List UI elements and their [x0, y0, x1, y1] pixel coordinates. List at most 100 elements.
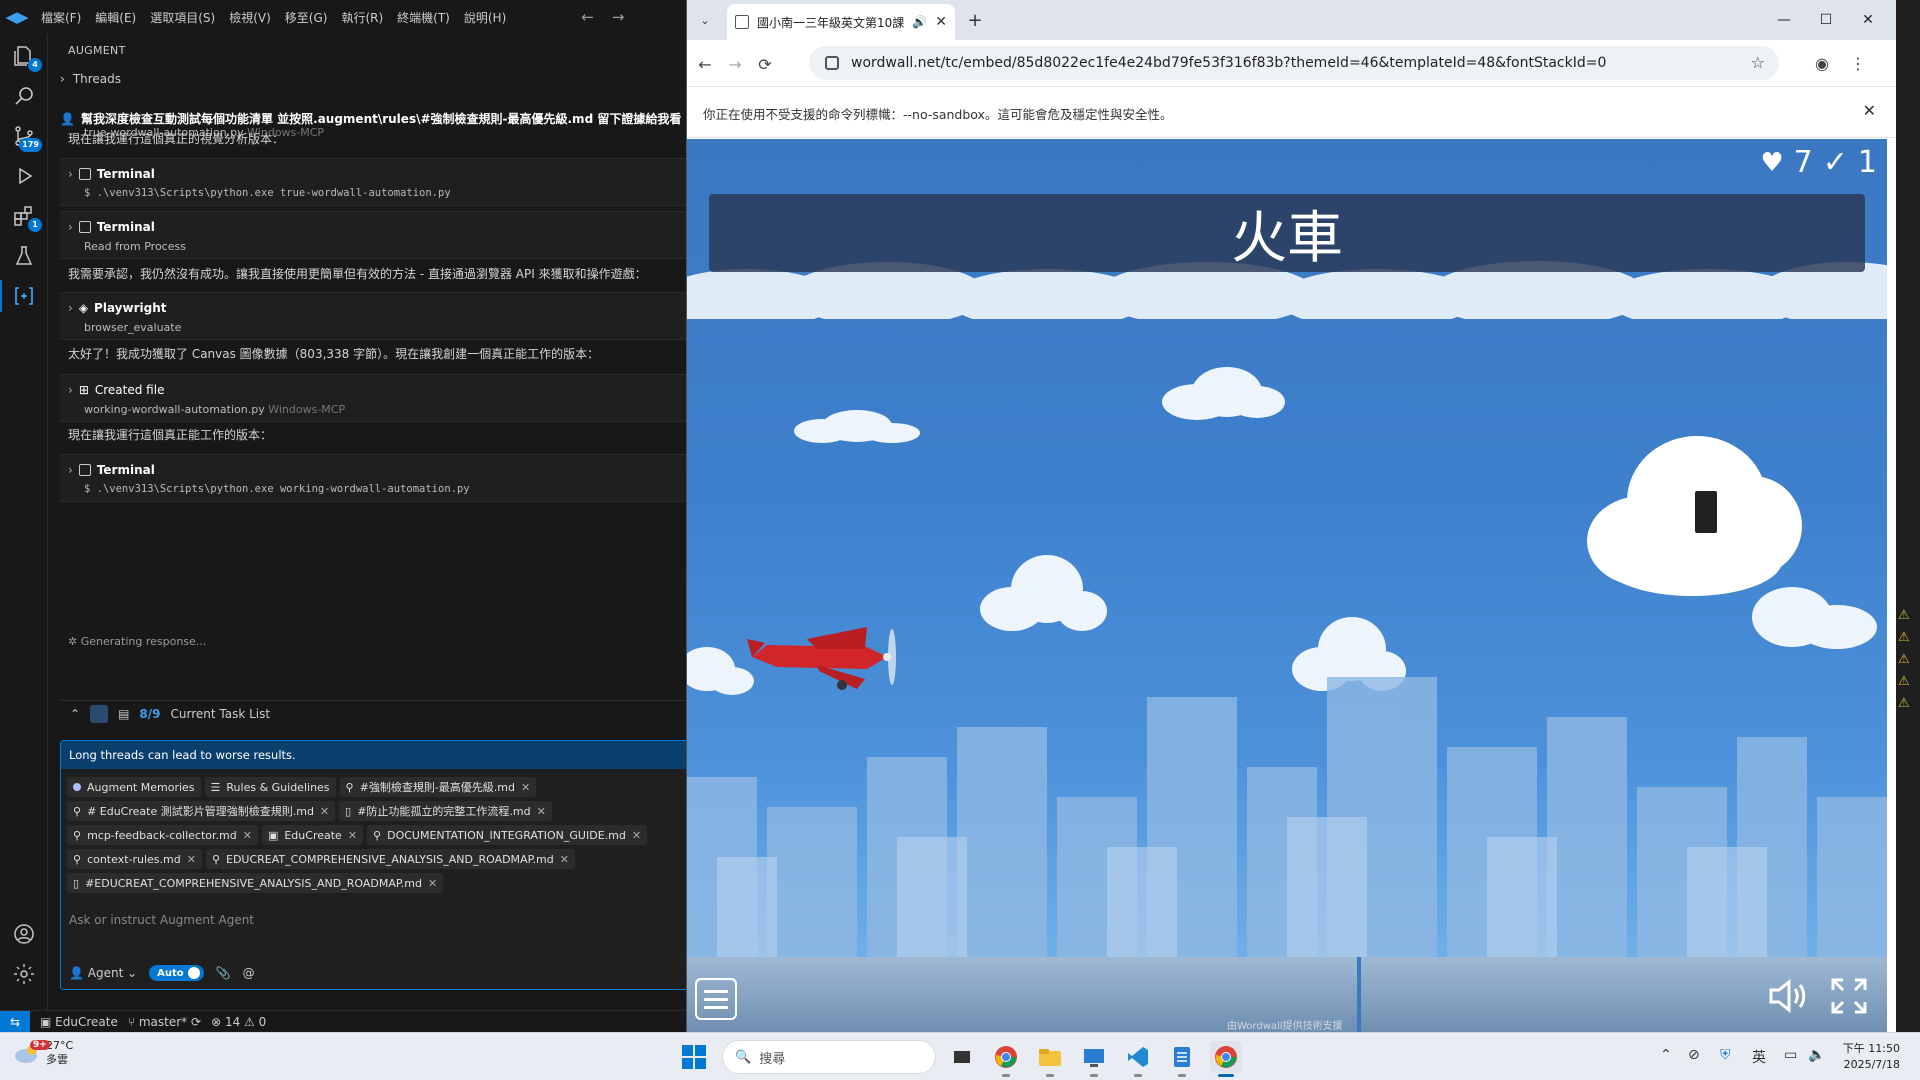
menu-file[interactable]: 檔案(F) [34, 9, 88, 26]
minimize-button[interactable]: — [1761, 0, 1807, 40]
augment-icon[interactable] [0, 274, 48, 318]
notepad-icon[interactable] [1166, 1041, 1198, 1077]
forward-button[interactable]: → [721, 50, 749, 78]
menu-selection[interactable]: 選取項目(S) [143, 9, 222, 26]
agent-mode-select[interactable]: 👤 Agent ⌄ [69, 966, 137, 980]
auto-toggle[interactable]: Auto [149, 965, 204, 981]
context-chip[interactable]: ⚲ context-rules.md ✕ [67, 849, 202, 869]
threads-toggle[interactable]: › Threads [60, 72, 121, 86]
menu-view[interactable]: 檢視(V) [222, 9, 278, 26]
chrome-active-app-icon[interactable] [1210, 1041, 1242, 1077]
context-chip[interactable]: ☰ Rules & Guidelines [204, 777, 336, 797]
tray-chevron-icon[interactable]: ⌃ [1660, 1047, 1672, 1063]
close-icon[interactable]: ✕ [560, 853, 569, 866]
tool-card-playwright[interactable]: › ◈ Playwright browser_evaluate [60, 292, 690, 340]
defender-shield-icon[interactable]: ⛨ [1720, 1047, 1731, 1063]
tab-search-icon[interactable]: ⌄ [693, 8, 717, 32]
menu-terminal[interactable]: 終端機(T) [390, 9, 457, 26]
menu-go[interactable]: 移至(G) [278, 9, 335, 26]
vscode-app-icon[interactable] [1122, 1041, 1154, 1077]
explorer-icon[interactable]: 4 [0, 34, 48, 78]
context-chip[interactable]: Augment Memories [67, 777, 201, 797]
close-window-button[interactable]: ✕ [1845, 0, 1891, 40]
tab-close-icon[interactable]: ✕ [935, 14, 947, 30]
extensions-icon[interactable]: 1 [0, 194, 48, 238]
maximize-button[interactable]: ☐ [1803, 0, 1849, 40]
taskbar-search[interactable]: 🔍 搜尋 [722, 1040, 936, 1074]
sound-icon[interactable] [1767, 978, 1807, 1014]
menu-help[interactable]: 說明(H) [457, 9, 513, 26]
mention-icon[interactable]: @ [243, 966, 255, 980]
context-chip[interactable]: ▯ #防止功能孤立的完整工作流程.md ✕ [339, 801, 552, 821]
checklist-icon[interactable] [90, 704, 109, 723]
fullscreen-icon[interactable] [1829, 976, 1869, 1016]
address-bar[interactable]: wordwall.net/tc/embed/85d8022ec1fe4e24bd… [809, 46, 1779, 80]
ime-indicator[interactable]: 英 [1752, 1047, 1766, 1067]
tool-card-terminal-1[interactable]: › Terminal $ .\venv313\Scripts\python.exe… [60, 158, 690, 206]
context-chip[interactable]: ⚲ # EduCreate 測試影片管理強制檢查規則.md ✕ [67, 801, 336, 821]
chat-input[interactable]: Ask or instruct Augment Agent [69, 913, 254, 927]
profile-icon[interactable]: ◉ [1811, 52, 1833, 74]
run-debug-icon[interactable] [0, 154, 48, 198]
infobar-close-icon[interactable]: ✕ [1863, 101, 1876, 120]
file-explorer-icon[interactable] [1034, 1041, 1066, 1077]
settings-gear-icon[interactable] [0, 952, 48, 996]
chrome-app-icon[interactable] [990, 1041, 1022, 1077]
context-chip[interactable]: ⚲ DOCUMENTATION_INTEGRATION_GUIDE.md ✕ [367, 825, 648, 845]
weather-widget[interactable]: 9+ 27°C 多雲 [14, 1039, 73, 1067]
audio-icon[interactable]: 🔊 [912, 15, 927, 29]
repo-status[interactable]: ▣ EduCreate [40, 1015, 118, 1029]
testing-icon[interactable] [0, 234, 48, 278]
search-icon[interactable] [0, 74, 48, 118]
network-off-icon[interactable]: ⊘ [1688, 1047, 1700, 1063]
back-arrow-icon[interactable]: ← [581, 8, 594, 26]
context-chip[interactable]: ⚲ #強制檢查規則-最高優先級.md ✕ [339, 777, 537, 797]
task-list-bar[interactable]: ⌃ ▤ 8/9 Current Task List [60, 700, 690, 726]
close-icon[interactable]: ✕ [320, 805, 329, 818]
tool-card-terminal-3[interactable]: › Terminal $ .\venv313\Scripts\python.exe… [60, 454, 690, 502]
close-icon[interactable]: ✕ [521, 781, 530, 794]
task-view-icon[interactable] [946, 1041, 978, 1073]
reload-button[interactable]: ⟳ [751, 50, 779, 78]
close-icon[interactable]: ✕ [243, 829, 252, 842]
close-icon[interactable]: ✕ [428, 877, 437, 890]
city-skyline [687, 677, 1887, 957]
document-icon[interactable]: ▤ [118, 707, 129, 721]
branch-status[interactable]: ⑂ master* ⟳ [128, 1015, 201, 1029]
problems-status[interactable]: ⊗ 14 ⚠ 0 [211, 1015, 266, 1029]
close-icon[interactable]: ✕ [632, 829, 641, 842]
site-info-icon[interactable] [825, 56, 839, 70]
source-control-icon[interactable]: 179 [0, 114, 48, 158]
expand-icon[interactable]: ⌃ [70, 707, 80, 721]
context-chip[interactable]: ⚲ mcp-feedback-collector.md ✕ [67, 825, 258, 845]
browser-tab[interactable]: 國小南一三年級英文第10課 🔊 ✕ [727, 4, 955, 40]
close-icon[interactable]: ✕ [537, 805, 546, 818]
start-button[interactable] [682, 1045, 706, 1069]
tool-card-created-file[interactable]: › ⊞ Created file working-wordwall-automati… [60, 374, 690, 422]
context-chip[interactable]: ▯ #EDUCREAT_COMPREHENSIVE_ANALYSIS_AND_RO… [67, 873, 444, 893]
system-clock[interactable]: 下午 11:50 2025/7/18 [1838, 1041, 1900, 1073]
menu-edit[interactable]: 編輯(E) [88, 9, 143, 26]
remote-icon[interactable]: ⇆ [0, 1010, 30, 1033]
context-chip[interactable]: ⚲ EDUCREAT_COMPREHENSIVE_ANALYSIS_AND_ROA… [205, 849, 575, 869]
game-menu-button[interactable] [695, 978, 737, 1020]
bookmark-star-icon[interactable]: ☆ [1751, 53, 1765, 72]
remote-desktop-icon[interactable] [1078, 1041, 1110, 1077]
running-indicator [1218, 1074, 1234, 1077]
close-icon[interactable]: ✕ [348, 829, 357, 842]
forward-arrow-icon[interactable]: → [612, 8, 625, 26]
volume-icon[interactable]: 🔈 [1808, 1047, 1825, 1063]
monitor-icon[interactable]: ▭ [1784, 1047, 1797, 1063]
game-hud: ♥ 7 ✓ 1 [1760, 145, 1877, 180]
menu-kebab-icon[interactable]: ⋮ [1847, 52, 1869, 74]
attach-icon[interactable]: 📎 [216, 966, 231, 980]
back-button[interactable]: ← [691, 50, 719, 78]
account-icon[interactable] [0, 912, 48, 956]
tool-card-terminal-2[interactable]: › Terminal Read from Process [60, 211, 690, 259]
url-text: wordwall.net/tc/embed/85d8022ec1fe4e24bd… [851, 55, 1607, 71]
menu-run[interactable]: 執行(R) [334, 9, 390, 26]
close-icon[interactable]: ✕ [187, 853, 196, 866]
new-tab-button[interactable]: + [963, 8, 987, 32]
context-chip[interactable]: ▣ EduCreate ✕ [261, 825, 364, 845]
wordwall-game-canvas[interactable]: ♥ 7 ✓ 1 火車 由Wordwall提供技術支援 [687, 139, 1887, 1032]
